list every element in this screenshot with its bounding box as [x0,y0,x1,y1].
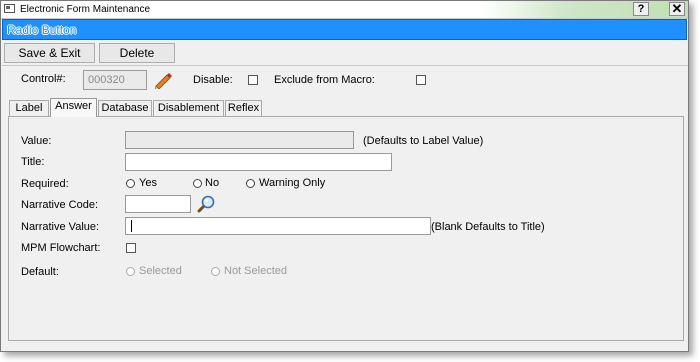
value-hint: (Defaults to Label Value) [363,135,484,147]
required-no-radio[interactable] [193,179,202,188]
narrative-value-label: Narrative Value: [21,221,100,233]
title-field[interactable] [125,153,392,171]
tab-database[interactable]: Database [98,100,152,116]
disable-label: Disable: [193,74,233,86]
pencil-icon[interactable] [152,73,172,89]
narrative-code-label: Narrative Code: [21,199,99,211]
narrative-value-hint: (Blank Defaults to Title) [431,221,545,233]
default-not-selected-radio[interactable] [211,267,220,276]
tab-disablement[interactable]: Disablement [153,100,224,116]
close-button[interactable]: ✕ [669,2,685,16]
banner-title: Radio Button [7,23,77,37]
required-no-label: No [205,177,220,189]
mpm-flowchart-checkbox[interactable] [126,243,136,253]
exclude-macro-label: Exclude from Macro: [274,74,375,86]
tab-reflex[interactable]: Reflex [225,100,262,116]
title-label: Title: [21,156,45,168]
title-bar: Electronic Form Maintenance ? ✕ [1,1,688,19]
tab-label[interactable]: Label [9,100,49,116]
required-yes-label: Yes [139,177,157,189]
value-field[interactable] [125,131,354,149]
value-label: Value: [21,135,52,147]
control-number-field[interactable]: 000320 [83,70,147,90]
required-label: Required: [21,178,69,190]
text-cursor [131,220,132,232]
default-selected-radio[interactable] [126,267,135,276]
save-exit-button[interactable]: Save & Exit [4,43,95,63]
default-not-selected-label: Not Selected [224,265,287,277]
default-label: Default: [21,266,59,278]
control-number-label: Control#: [21,73,66,85]
narrative-value-field[interactable] [125,217,431,235]
required-yes-radio[interactable] [126,179,135,188]
narrative-code-field[interactable] [125,195,191,213]
help-button[interactable]: ? [633,2,649,16]
disable-checkbox[interactable] [248,75,258,85]
delete-button[interactable]: Delete [99,43,175,63]
form-maintenance-window: Electronic Form Maintenance ? ✕ Radio Bu… [0,0,689,352]
default-selected-label: Selected [139,265,182,277]
tab-answer[interactable]: Answer [50,98,97,117]
control-type-banner: Radio Button [2,19,687,40]
magnifier-icon[interactable] [196,195,216,213]
toolbar-divider [2,65,688,66]
exclude-macro-checkbox[interactable] [416,75,426,85]
window-title: Electronic Form Maintenance [20,4,151,15]
app-window-icon [4,4,15,13]
required-warning-label: Warning Only [259,177,326,189]
answer-tab-panel: Value: (Defaults to Label Value) Title: … [8,116,684,341]
required-warning-radio[interactable] [246,179,255,188]
mpm-flowchart-label: MPM Flowchart: [21,242,101,254]
